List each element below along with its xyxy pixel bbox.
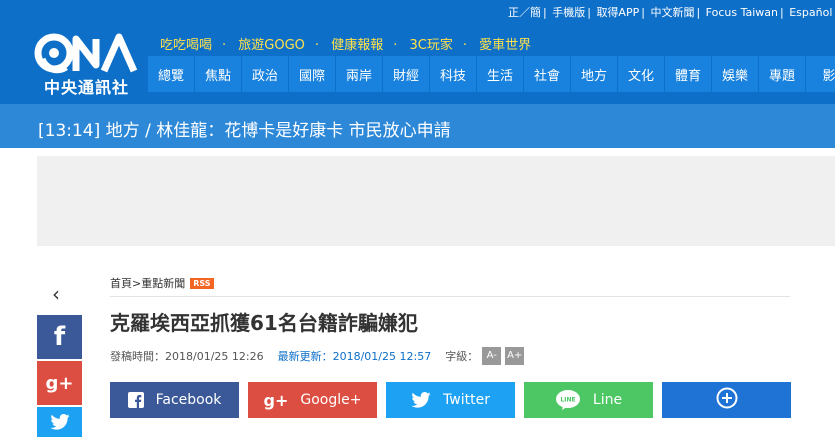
top-link-app[interactable]: 取得APP — [596, 6, 639, 19]
nav-item-local[interactable]: 地方 — [571, 56, 617, 92]
nav-item-politics[interactable]: 政治 — [242, 56, 288, 92]
logo-text: 中央通訊社 — [44, 78, 130, 97]
nav-item-finance[interactable]: 財經 — [383, 56, 429, 92]
nav-item-life[interactable]: 生活 — [477, 56, 523, 92]
font-decrease-button[interactable]: A- — [482, 347, 502, 365]
rss-badge[interactable]: RSS — [190, 277, 214, 289]
nav-item-tech[interactable]: 科技 — [430, 56, 476, 92]
svg-text:LINE: LINE — [560, 397, 575, 404]
google-plus-share-label: Google+ — [300, 392, 362, 408]
facebook-share-button[interactable]: Facebook — [110, 382, 239, 418]
nav-item-features[interactable]: 專題 — [759, 56, 805, 92]
updated-time: 最新更新：2018/01/25 12:57 — [277, 350, 432, 363]
nav-item-overview[interactable]: 總覽 — [148, 56, 194, 92]
top-links: 正／簡 | 手機版 | 取得APP | 中文新聞 | Focus Taiwan | Esp… — [508, 6, 835, 19]
nav-item-entertainment[interactable]: 娛樂 — [712, 56, 758, 92]
article-title: 克羅埃西亞抓獲61名台籍詐騙嫌犯 — [110, 311, 418, 335]
google-plus-side-icon[interactable]: g+ — [37, 361, 82, 405]
facebook-share-label: Facebook — [155, 392, 222, 408]
breadcrumb: 首頁 > 重點新聞 RSS — [110, 275, 214, 291]
nav-item-cross-strait[interactable]: 兩岸 — [336, 56, 382, 92]
top-link-chinese-news[interactable]: 中文新聞 — [650, 6, 694, 19]
promo-link-travel[interactable]: 旅遊GOGO — [238, 38, 305, 53]
line-share-label: Line — [592, 392, 623, 408]
divider — [110, 296, 790, 297]
facebook-icon — [127, 392, 144, 408]
top-link-mobile[interactable]: 手機版 — [552, 6, 585, 19]
promo-link-food[interactable]: 吃吃喝喝 — [160, 38, 212, 53]
top-link-focus-taiwan[interactable]: Focus Taiwan — [706, 6, 778, 19]
posted-time: 發稿時間：2018/01/25 12:26 — [110, 350, 264, 363]
nav-item-culture[interactable]: 文化 — [618, 56, 664, 92]
nav-item-video[interactable]: 影 — [806, 56, 835, 92]
main-nav: 總覽 焦點 政治 國際 兩岸 財經 科技 生活 社會 地方 文化 體育 娛樂 專… — [148, 56, 835, 92]
twitter-share-label: Twitter — [443, 392, 490, 408]
nav-item-sports[interactable]: 體育 — [665, 56, 711, 92]
plus-circle-icon — [716, 387, 738, 413]
promo-link-cars[interactable]: 愛車世界 — [479, 38, 531, 53]
breadcrumb-separator: > — [132, 276, 142, 290]
back-arrow-icon[interactable]: ‹ — [52, 282, 60, 306]
twitter-side-icon[interactable] — [37, 407, 82, 437]
twitter-icon — [411, 392, 431, 408]
promo-link-health[interactable]: 健康報報 — [331, 38, 383, 53]
breadcrumb-home[interactable]: 首頁 — [110, 275, 132, 291]
share-bar: Facebook g+ Google+ Twitter LINE Line — [110, 382, 791, 418]
news-ticker: [13:14] 地方 / 林佳龍：花博卡是好康卡 市民放心申請 — [0, 104, 835, 148]
top-link-espanol[interactable]: Español — [789, 6, 832, 19]
facebook-side-icon[interactable]: f — [37, 315, 82, 359]
more-share-button[interactable] — [662, 382, 791, 418]
ad-placeholder — [37, 156, 835, 246]
promo-link-3c[interactable]: 3C玩家 — [410, 38, 453, 53]
font-size-label: 字級： — [445, 350, 479, 363]
promo-links: 吃吃喝喝 · 旅遊GOGO · 健康報報 · 3C玩家 · 愛車世界 — [160, 38, 532, 53]
nav-item-focus[interactable]: 焦點 — [195, 56, 241, 92]
twitter-share-button[interactable]: Twitter — [386, 382, 515, 418]
line-icon: LINE — [555, 389, 581, 411]
nav-item-international[interactable]: 國際 — [289, 56, 335, 92]
breadcrumb-section[interactable]: 重點新聞 — [141, 275, 185, 291]
site-header: 中央通訊社 正／簡 | 手機版 | 取得APP | 中文新聞 | Focus Taiwa… — [0, 0, 835, 104]
ticker-headline[interactable]: [13:14] 地方 / 林佳龍：花博卡是好康卡 市民放心申請 — [38, 116, 451, 141]
top-link-traditional[interactable]: 正／簡 — [508, 6, 541, 19]
article-meta: 發稿時間：2018/01/25 12:26 最新更新：2018/01/25 12… — [110, 347, 525, 365]
line-share-button[interactable]: LINE Line — [524, 382, 653, 418]
google-plus-share-button[interactable]: g+ Google+ — [248, 382, 377, 418]
font-increase-button[interactable]: A+ — [505, 347, 525, 365]
twitter-bird-icon — [49, 414, 70, 430]
nav-item-society[interactable]: 社會 — [524, 56, 570, 92]
google-plus-icon: g+ — [263, 390, 289, 410]
